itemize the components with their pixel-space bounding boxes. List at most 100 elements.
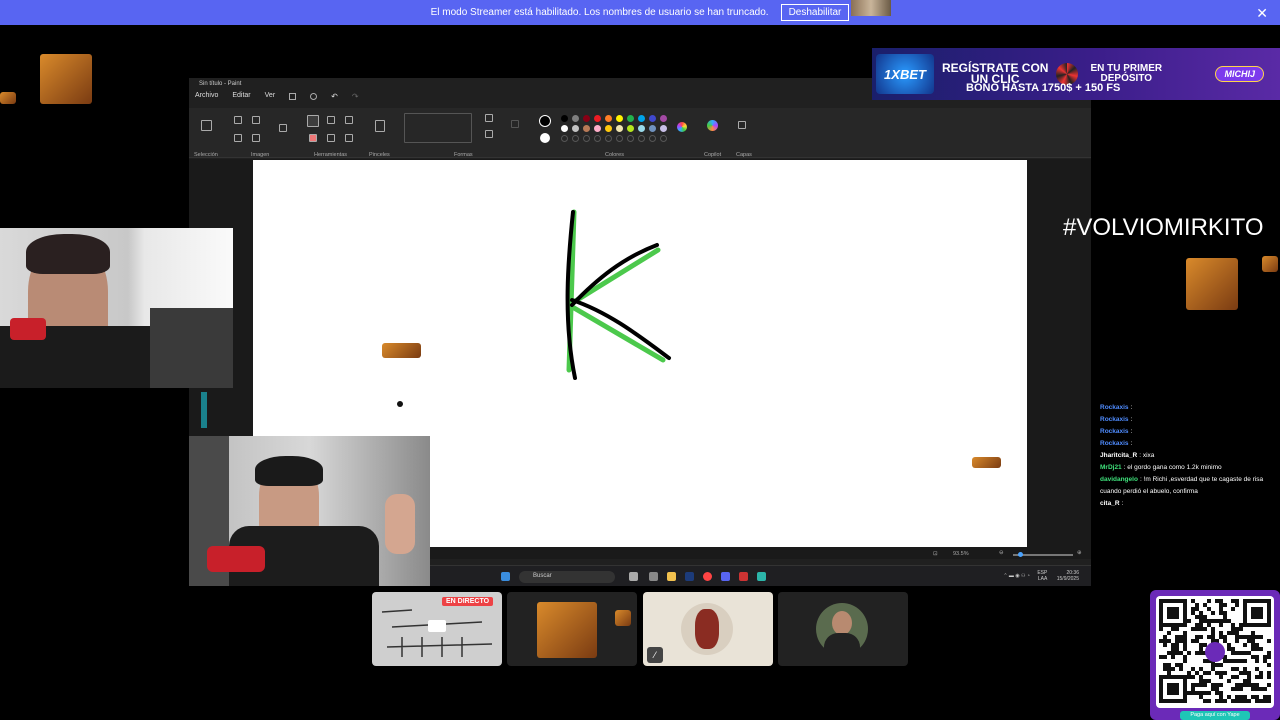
color-swatch[interactable] bbox=[605, 125, 612, 132]
color-swatch[interactable] bbox=[616, 115, 623, 122]
eraser-icon[interactable] bbox=[309, 134, 317, 142]
taskview-icon[interactable] bbox=[629, 572, 638, 581]
app-icon[interactable] bbox=[649, 572, 658, 581]
qr-module bbox=[1227, 659, 1231, 663]
photoshop-icon[interactable] bbox=[685, 572, 694, 581]
color-swatch[interactable] bbox=[594, 115, 601, 122]
flip-icon[interactable] bbox=[252, 134, 260, 142]
qr-module bbox=[1207, 607, 1211, 611]
color-swatch[interactable] bbox=[627, 125, 634, 132]
qr-module bbox=[1243, 635, 1247, 639]
redo-icon[interactable]: ↷ bbox=[352, 92, 359, 102]
empty-color-slot[interactable] bbox=[583, 135, 590, 142]
menu-archivo[interactable]: Archivo bbox=[195, 92, 218, 102]
discord-icon[interactable] bbox=[721, 572, 730, 581]
color-swatch[interactable] bbox=[572, 125, 579, 132]
empty-color-slot[interactable] bbox=[627, 135, 634, 142]
color-swatch[interactable] bbox=[561, 125, 568, 132]
color-swatch[interactable] bbox=[638, 125, 645, 132]
tray-icons[interactable]: ⌃ ▬ ◉ ⚇ ◔ bbox=[1003, 573, 1030, 579]
color-swatch[interactable] bbox=[583, 115, 590, 122]
history-icon[interactable] bbox=[310, 93, 318, 100]
empty-color-slot[interactable] bbox=[594, 135, 601, 142]
zoom-out-icon[interactable]: ⊖ bbox=[999, 550, 1004, 556]
qr-module bbox=[1203, 627, 1207, 631]
color-swatch[interactable] bbox=[605, 115, 612, 122]
chat-username[interactable]: Rockaxis bbox=[1100, 416, 1129, 423]
taskbar-search[interactable]: Buscar bbox=[519, 571, 615, 583]
empty-color-slot[interactable] bbox=[572, 135, 579, 142]
edit-colors-icon[interactable] bbox=[677, 122, 687, 132]
chat-username[interactable]: Jharitcita_R bbox=[1100, 452, 1137, 459]
close-icon[interactable]: ✕ bbox=[1256, 5, 1268, 22]
start-icon[interactable] bbox=[501, 572, 510, 581]
empty-color-slot[interactable] bbox=[638, 135, 645, 142]
text-icon[interactable] bbox=[345, 116, 353, 124]
color-swatch[interactable] bbox=[616, 125, 623, 132]
participant-avatar bbox=[816, 603, 868, 655]
menu-ver[interactable]: Ver bbox=[265, 92, 276, 102]
color-swatch[interactable] bbox=[660, 115, 667, 122]
participant-tile[interactable] bbox=[507, 592, 637, 666]
color-swatch[interactable] bbox=[649, 115, 656, 122]
select-icon[interactable] bbox=[201, 120, 212, 131]
chat-username[interactable]: cita_R bbox=[1100, 500, 1120, 507]
color-swatch[interactable] bbox=[561, 115, 568, 122]
secondary-color[interactable] bbox=[540, 133, 550, 143]
empty-color-slot[interactable] bbox=[660, 135, 667, 142]
copilot-icon[interactable] bbox=[707, 120, 718, 131]
outline-icon[interactable] bbox=[485, 114, 493, 122]
paint-taskbar-icon[interactable] bbox=[757, 572, 766, 581]
save-icon[interactable] bbox=[289, 93, 297, 100]
zoom-slider-thumb[interactable] bbox=[1018, 552, 1023, 557]
folder-icon[interactable] bbox=[667, 572, 676, 581]
color-swatch[interactable] bbox=[627, 115, 634, 122]
zoom-in-icon[interactable]: ⊕ bbox=[1077, 550, 1082, 556]
color-swatch[interactable] bbox=[594, 125, 601, 132]
participant-tile-screen[interactable]: EN DIRECTO bbox=[372, 592, 502, 666]
layers-icon[interactable] bbox=[738, 121, 746, 129]
participant-tile[interactable] bbox=[778, 592, 908, 666]
zoom-slider[interactable] bbox=[1013, 552, 1073, 557]
empty-color-slot[interactable] bbox=[616, 135, 623, 142]
empty-color-slot[interactable] bbox=[649, 135, 656, 142]
crop-icon[interactable] bbox=[234, 116, 242, 124]
qr-module bbox=[1199, 611, 1203, 615]
chat-username[interactable]: Rockaxis bbox=[1100, 404, 1129, 411]
qr-module bbox=[1207, 599, 1211, 603]
shapes-gallery[interactable] bbox=[404, 113, 472, 143]
fill-icon[interactable] bbox=[327, 116, 335, 124]
qr-module bbox=[1203, 603, 1207, 607]
empty-color-slot[interactable] bbox=[605, 135, 612, 142]
chrome-icon[interactable] bbox=[703, 572, 712, 581]
disable-streamer-button[interactable]: Deshabilitar bbox=[780, 4, 850, 21]
color-swatch[interactable] bbox=[649, 125, 656, 132]
chat-username[interactable]: davidangelo bbox=[1100, 476, 1138, 483]
color-swatch[interactable] bbox=[572, 115, 579, 122]
qr-module bbox=[1191, 691, 1195, 695]
menu-editar[interactable]: Editar bbox=[232, 92, 250, 102]
qr-module bbox=[1255, 683, 1259, 687]
color-swatch[interactable] bbox=[638, 115, 645, 122]
color-swatch[interactable] bbox=[660, 125, 667, 132]
chat-username[interactable]: Rockaxis bbox=[1100, 440, 1129, 447]
fit-icon[interactable]: ⊡ bbox=[933, 551, 938, 557]
brush-icon[interactable] bbox=[375, 120, 385, 132]
qr-module bbox=[1183, 659, 1187, 663]
resize-icon[interactable] bbox=[252, 116, 260, 124]
image-tool-icon[interactable] bbox=[279, 124, 287, 132]
participant-tile[interactable]: ⁄ bbox=[643, 592, 773, 666]
chat-username[interactable]: Rockaxis bbox=[1100, 428, 1129, 435]
empty-color-slot[interactable] bbox=[561, 135, 568, 142]
primary-color[interactable] bbox=[539, 115, 551, 127]
rotate-icon[interactable] bbox=[234, 134, 242, 142]
pencil-icon[interactable] bbox=[307, 115, 319, 127]
fill-shape-icon[interactable] bbox=[485, 130, 493, 138]
app-icon[interactable] bbox=[739, 572, 748, 581]
color-swatch[interactable] bbox=[583, 125, 590, 132]
chat-username[interactable]: MrDj21 bbox=[1100, 464, 1122, 471]
undo-icon[interactable]: ↶ bbox=[331, 92, 338, 102]
magnifier-icon[interactable] bbox=[345, 134, 353, 142]
color-picker-icon[interactable] bbox=[327, 134, 335, 142]
shape-size-icon[interactable] bbox=[511, 120, 519, 128]
